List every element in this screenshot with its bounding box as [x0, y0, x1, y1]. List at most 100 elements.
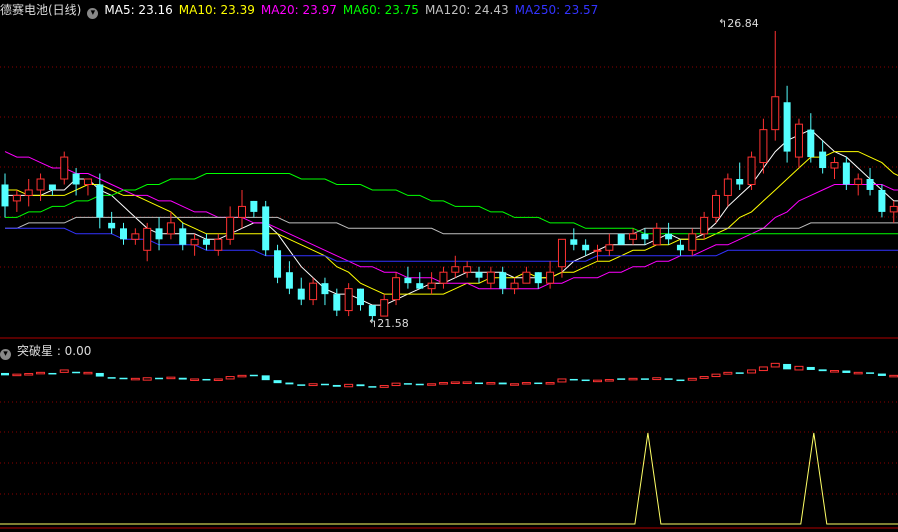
candle-body	[463, 266, 472, 273]
candle-body	[534, 272, 542, 284]
candle-body	[652, 227, 661, 246]
strip-candle	[119, 377, 128, 380]
strip-candle	[830, 370, 839, 373]
candle-body	[641, 233, 649, 240]
strip-candle	[427, 383, 437, 386]
candle-body	[166, 222, 175, 235]
candle-body	[676, 244, 684, 251]
strip-candle	[758, 366, 768, 372]
candle-body	[357, 288, 364, 306]
candle-body	[108, 222, 116, 229]
strip-candle	[213, 378, 223, 381]
strip-candle	[628, 377, 638, 381]
candle-body	[285, 272, 293, 289]
candle-body	[179, 228, 187, 245]
candle-body	[546, 271, 555, 284]
strip-candle	[130, 377, 140, 381]
strip-candle	[711, 373, 721, 378]
candle-body	[48, 184, 56, 190]
strip-candle	[676, 379, 685, 382]
candle-body	[333, 294, 341, 311]
candle-body	[771, 96, 780, 131]
strip-candle	[617, 378, 626, 380]
candle-body	[12, 194, 21, 202]
strip-candle	[889, 374, 898, 378]
strip-candle	[853, 371, 863, 375]
strip-candle	[72, 371, 81, 374]
kline-chart[interactable]	[0, 0, 898, 532]
candle-body	[1, 184, 9, 207]
candle-body	[807, 129, 815, 158]
candle-body	[427, 282, 436, 290]
candle-body	[688, 233, 697, 251]
candle-body	[297, 288, 305, 300]
candle-body	[36, 178, 45, 191]
strip-candle	[593, 379, 602, 383]
strip-candle	[368, 386, 377, 388]
candle-body	[380, 299, 389, 317]
strip-candle	[273, 380, 282, 384]
strip-candle	[12, 373, 22, 377]
indicator-label: 突破星 : 0.00	[17, 344, 92, 358]
settings-circle-icon[interactable]: ▾	[87, 8, 99, 19]
strip-candle	[237, 374, 247, 378]
candle-body	[72, 173, 80, 185]
strip-candle	[498, 382, 507, 385]
candle-body	[557, 238, 566, 268]
strip-candle	[155, 377, 164, 380]
strip-candle	[403, 383, 412, 385]
candle-body	[96, 184, 104, 218]
strip-candle	[249, 374, 258, 377]
candle-body	[24, 189, 33, 196]
ma-legend: MA5: 23.16 MA10: 23.39 MA20: 23.97 MA60: 23…	[104, 3, 604, 17]
stock-name: 德赛电池(日线)	[0, 3, 82, 17]
strip-candle	[569, 378, 578, 381]
ma-legend-item: MA10: 23.39	[178, 3, 255, 17]
strip-candle	[770, 362, 780, 368]
strip-candle	[1, 372, 9, 376]
collapse-circle-icon[interactable]: ▾	[0, 349, 11, 360]
strip-candle	[723, 371, 733, 375]
strip-candle	[462, 381, 472, 384]
candle-body	[392, 277, 401, 301]
strip-candle	[581, 379, 590, 382]
candle-body	[274, 250, 282, 278]
strip-candle	[747, 369, 757, 374]
strip-candle	[475, 382, 483, 385]
strip-candle	[877, 373, 886, 376]
strip-candle	[866, 372, 875, 374]
candle-body	[404, 277, 412, 284]
candle-body	[344, 288, 353, 312]
strip-candle	[735, 372, 744, 374]
ma-legend-item: MA250: 23.57	[514, 3, 599, 17]
strip-candle	[521, 382, 531, 385]
candle-body	[794, 123, 803, 158]
strip-candle	[261, 375, 270, 381]
ma-legend-item: MA20: 23.97	[260, 3, 337, 17]
candle-body	[309, 282, 318, 301]
low-annotation: ↰21.58	[368, 317, 409, 330]
candle-body	[226, 216, 235, 240]
candle-body	[665, 233, 673, 240]
candle-body	[759, 129, 768, 164]
ma-line-ma120	[5, 216, 898, 235]
strip-candle	[297, 384, 306, 386]
candle-body	[582, 244, 590, 251]
strip-candle	[83, 371, 93, 375]
strip-candle	[842, 370, 851, 373]
candle-body	[321, 283, 329, 295]
strip-candle	[190, 378, 200, 381]
candle-body	[605, 244, 614, 251]
strip-candle	[379, 385, 389, 388]
candle-body	[629, 233, 638, 240]
candle-body	[368, 305, 376, 317]
candle-body	[889, 205, 898, 213]
ma-line-ma250	[5, 227, 898, 262]
strip-candle	[24, 373, 34, 376]
strip-candle	[95, 372, 104, 377]
strip-candle	[107, 377, 116, 379]
strip-candle	[438, 382, 448, 385]
strip-candle	[794, 365, 804, 371]
strip-candle	[510, 383, 520, 386]
strip-candle	[202, 378, 211, 381]
